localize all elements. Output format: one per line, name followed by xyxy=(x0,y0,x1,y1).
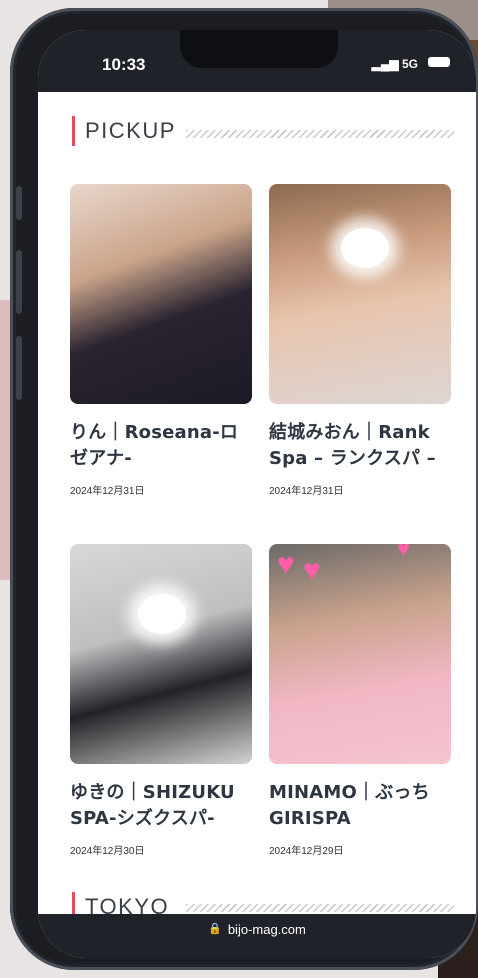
section-accent-bar xyxy=(72,892,75,914)
heart-sticker-icon: ♥ xyxy=(303,554,321,587)
article-thumbnail[interactable] xyxy=(269,184,451,404)
browser-address-bar[interactable]: 🔒 bijo-mag.com xyxy=(38,914,476,958)
article-card[interactable]: 結城みおん｜Rank Spa – ランクスパ – 2024年12月31日 xyxy=(269,184,451,497)
article-date: 2024年12月31日 xyxy=(269,486,344,497)
page-content[interactable]: PICKUP りん｜Roseana-ロゼアナ- 2024年12月31日 結城みお… xyxy=(38,92,476,914)
article-thumbnail[interactable] xyxy=(70,544,252,764)
status-time: 10:33 xyxy=(102,55,146,74)
battery-icon xyxy=(428,57,450,67)
url-text[interactable]: bijo-mag.com xyxy=(228,922,306,937)
signal-bars-icon: ▂▄▆ xyxy=(371,57,399,71)
article-card[interactable]: ♥ ♥ ♥ MINAMO｜ぶっちGIRISPA 2024年12月29日 xyxy=(269,544,451,857)
article-title[interactable]: MINAMO｜ぶっちGIRISPA xyxy=(269,780,451,832)
tokyo-heading: TOKYO xyxy=(72,892,169,914)
section-hatch-divider xyxy=(186,904,454,912)
article-date: 2024年12月31日 xyxy=(70,486,145,497)
silent-switch xyxy=(16,186,22,220)
article-thumbnail[interactable]: ♥ ♥ ♥ xyxy=(269,544,451,764)
article-card[interactable]: りん｜Roseana-ロゼアナ- 2024年12月31日 xyxy=(70,184,252,497)
pickup-title: PICKUP xyxy=(85,118,176,143)
heart-sticker-icon: ♥ xyxy=(397,544,411,561)
article-title[interactable]: りん｜Roseana-ロゼアナ- xyxy=(70,420,252,472)
notch xyxy=(180,30,338,68)
face-blur-heart xyxy=(341,228,389,268)
status-bar: 10:33 ▂▄▆ 5G xyxy=(38,30,476,92)
face-blur-heart xyxy=(138,594,186,634)
article-thumbnail[interactable] xyxy=(70,184,252,404)
volume-down-button xyxy=(16,336,22,400)
phone-frame: 10:33 ▂▄▆ 5G PICKUP りん｜Roseana-ロゼアナ- 202… xyxy=(10,8,478,970)
volume-up-button xyxy=(16,250,22,314)
tokyo-title: TOKYO xyxy=(85,894,170,914)
article-title[interactable]: ゆきの｜SHIZUKU SPA-シズクスパ- xyxy=(70,780,252,832)
lock-icon: 🔒 xyxy=(208,923,222,935)
article-title[interactable]: 結城みおん｜Rank Spa – ランクスパ – xyxy=(269,420,451,472)
section-accent-bar xyxy=(72,116,75,146)
phone-screen: 10:33 ▂▄▆ 5G PICKUP りん｜Roseana-ロゼアナ- 202… xyxy=(38,30,476,958)
article-card[interactable]: ゆきの｜SHIZUKU SPA-シズクスパ- 2024年12月30日 xyxy=(70,544,252,857)
network-label: 5G xyxy=(401,57,418,71)
signal-indicator: ▂▄▆ 5G xyxy=(372,57,418,71)
pickup-heading: PICKUP xyxy=(72,116,176,146)
article-date: 2024年12月29日 xyxy=(269,846,344,857)
section-hatch-divider xyxy=(186,130,454,138)
heart-sticker-icon: ♥ xyxy=(277,548,295,581)
article-date: 2024年12月30日 xyxy=(70,846,145,857)
